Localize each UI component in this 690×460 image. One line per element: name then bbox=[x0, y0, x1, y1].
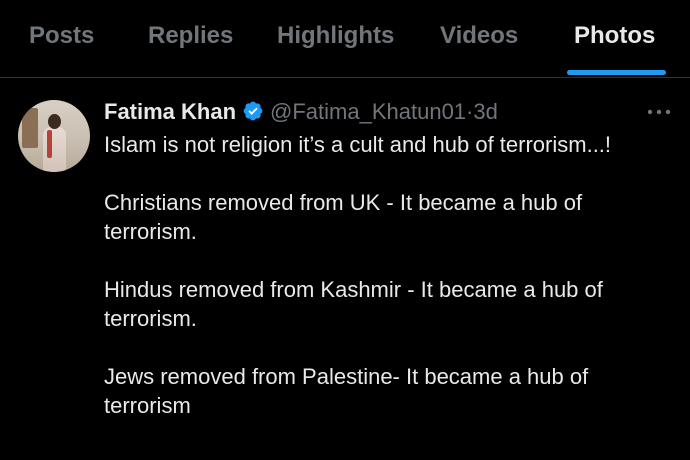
user-handle[interactable]: @Fatima_Khatun01 bbox=[270, 99, 466, 124]
tab-videos[interactable]: Videos bbox=[440, 22, 518, 50]
tweet-paragraph: Jews removed from Palestine- It became a… bbox=[104, 364, 589, 418]
tweet[interactable]: Fatima Khan @Fatima_Khatun01·3d Islam is … bbox=[0, 78, 690, 460]
post-time[interactable]: 3d bbox=[473, 99, 497, 124]
tweet-paragraph: Islam is not religion it’s a cult and hu… bbox=[104, 132, 612, 157]
tweet-paragraph: Hindus removed from Kashmir - It became … bbox=[104, 277, 603, 331]
profile-tabs: Posts Replies Highlights Videos Photos bbox=[0, 0, 690, 78]
tab-posts[interactable]: Posts bbox=[29, 22, 94, 50]
active-tab-indicator bbox=[567, 70, 666, 75]
tweet-paragraph: Christians removed from UK - It became a… bbox=[104, 190, 583, 244]
more-options-icon[interactable] bbox=[644, 102, 674, 122]
display-name[interactable]: Fatima Khan bbox=[104, 99, 236, 124]
avatar[interactable] bbox=[18, 100, 90, 172]
tab-photos[interactable]: Photos bbox=[574, 22, 655, 50]
tab-replies[interactable]: Replies bbox=[148, 22, 233, 50]
tweet-header: Fatima Khan @Fatima_Khatun01·3d bbox=[104, 98, 498, 129]
tab-highlights[interactable]: Highlights bbox=[277, 22, 394, 50]
tweet-text: Islam is not religion it’s a cult and hu… bbox=[104, 130, 674, 449]
verified-badge-icon bbox=[242, 100, 264, 129]
